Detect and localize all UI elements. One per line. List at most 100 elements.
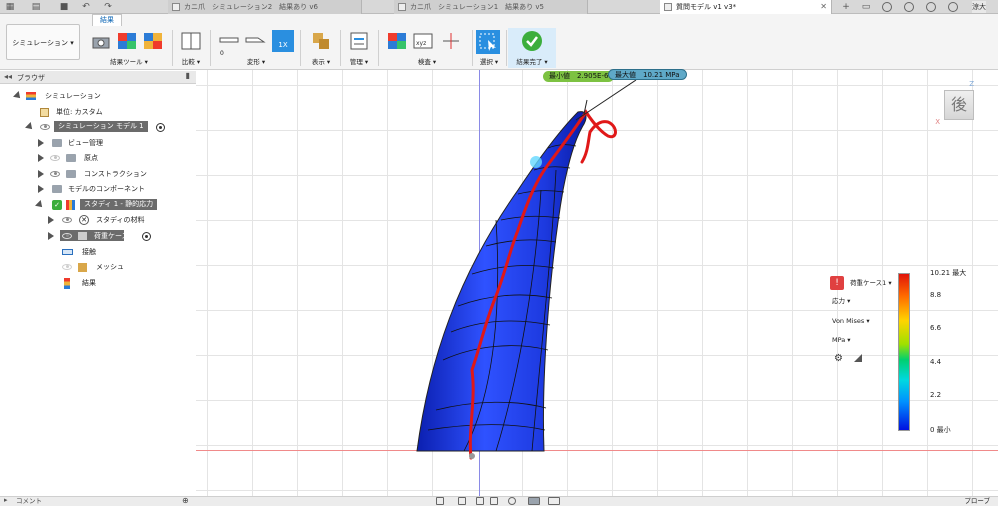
group-compare[interactable]: 比較 ▾ — [176, 28, 206, 68]
visibility-icon[interactable] — [62, 264, 72, 270]
component-dropdown[interactable]: Von Mises ▾ — [830, 315, 876, 327]
3d-viewport[interactable]: 最小値 2.905E-6 最大値 10.21 MPa 後 Z X ! 荷重ケース… — [196, 69, 998, 496]
workspace-switcher-button[interactable]: シミュレーション ▾ — [6, 24, 80, 60]
load-case-dropdown[interactable]: 荷重ケース1 ▾ — [848, 277, 892, 289]
gear-icon[interactable]: ⚙ — [834, 353, 843, 364]
display-settings-icon[interactable] — [528, 497, 540, 505]
tree-item-study[interactable]: ✓ スタディ 1 - 静的応力 — [35, 198, 196, 212]
coordinates-icon: xyz — [413, 33, 433, 49]
activate-radio[interactable] — [142, 232, 151, 241]
tree-item-results[interactable]: 結果 — [60, 276, 196, 290]
visibility-icon[interactable] — [50, 171, 60, 177]
tree-item-label: スタディの材料 — [96, 216, 145, 224]
chat-icon[interactable]: ▭ — [860, 1, 872, 13]
undo-icon[interactable]: ↶ — [80, 1, 92, 13]
expand-icon[interactable] — [13, 91, 23, 101]
results-icon — [64, 278, 70, 289]
tree-item-units[interactable]: 単位: カスタム — [12, 105, 192, 119]
collapse-icon[interactable]: ◂◂ — [4, 72, 12, 81]
material-icon: ✕ — [79, 215, 89, 225]
tree-item-contacts[interactable]: 接触 — [60, 245, 196, 259]
expand-icon[interactable] — [48, 232, 54, 240]
zoom-icon[interactable] — [490, 497, 498, 505]
group-label: 変形 ▾ — [246, 58, 266, 66]
tab-document-2[interactable]: カニ爪 シミュレーション1 結果あり v5 — [394, 0, 588, 14]
min-value-tag[interactable]: 最小値 2.905E-6 — [543, 71, 615, 82]
checkmark-icon — [522, 31, 542, 51]
tree-item-simulation[interactable]: シミュレーション — [12, 89, 192, 103]
redo-icon[interactable]: ↷ — [102, 1, 114, 13]
tab-results[interactable]: 結果 — [92, 14, 122, 26]
deform-1x-button[interactable]: 1X — [272, 30, 294, 52]
legend-value: 8.8 — [930, 291, 942, 299]
orbit-icon[interactable] — [436, 497, 444, 505]
expand-icon[interactable] — [38, 139, 44, 147]
close-icon[interactable]: ✕ — [820, 0, 827, 14]
expand-icon[interactable] — [38, 170, 44, 178]
tree-item-simulation-model[interactable]: シミュレーション モデル 1 — [20, 120, 196, 134]
group-inspect[interactable]: xyz 検査 ▾ — [382, 28, 472, 68]
save-icon[interactable]: ■ — [58, 1, 70, 13]
resize-icon[interactable] — [854, 354, 862, 362]
color-scale-bar — [898, 273, 910, 431]
expand-icon[interactable] — [38, 154, 44, 162]
tree-item-mesh[interactable]: メッシュ — [60, 260, 196, 274]
group-select[interactable]: 選択 ▾ — [474, 28, 504, 68]
group-result-tools[interactable]: 結果ツール ▾ — [88, 28, 170, 68]
tree-item-label: スタディ 1 - 静的応力 — [80, 199, 158, 210]
tree-item-load-case[interactable]: 荷重ケース1 — [46, 229, 196, 243]
select-button[interactable] — [476, 30, 500, 54]
tab-document-3[interactable]: 質問モデル v1 v3* ✕ — [660, 0, 832, 14]
tree-item-label: 荷重ケース1 — [94, 232, 134, 240]
extensions-icon[interactable] — [882, 2, 892, 12]
pan-icon[interactable] — [476, 497, 484, 505]
help-icon[interactable] — [948, 2, 958, 12]
tree-item-model-components[interactable]: モデルのコンポーネント — [36, 182, 196, 196]
file-icon[interactable]: ▤ — [30, 1, 42, 13]
legend-min-label: 0 最小 — [930, 426, 951, 434]
expand-icon[interactable] — [48, 216, 54, 224]
avatar[interactable]: 涼大 — [972, 1, 986, 13]
look-at-icon[interactable] — [458, 497, 466, 505]
result-type-dropdown[interactable]: 応力 ▾ — [830, 295, 870, 307]
fit-icon[interactable] — [508, 497, 516, 505]
grid-settings-icon[interactable] — [548, 497, 560, 505]
max-value-tag[interactable]: 最大値 10.21 MPa — [608, 69, 687, 80]
collapse-icon[interactable]: ▸ — [4, 496, 8, 504]
viewcube[interactable]: 後 — [944, 90, 974, 120]
tree-item-study-materials[interactable]: ✕ スタディの材料 — [46, 213, 196, 227]
mesh-icon — [78, 263, 87, 272]
expand-icon[interactable] — [35, 200, 45, 210]
bottom-bar: ▸ コメント ⊕ プローブ — [0, 496, 998, 506]
tree-item-construction[interactable]: コンストラクション — [36, 167, 196, 181]
visibility-icon[interactable] — [62, 217, 72, 223]
group-finish-results[interactable]: 結果完了 ▾ — [508, 28, 556, 68]
pin-icon[interactable]: ▮ — [186, 71, 190, 80]
notifications-icon[interactable] — [926, 2, 936, 12]
expand-icon[interactable] — [38, 185, 44, 193]
warning-icon[interactable]: ! — [830, 276, 844, 290]
group-deform[interactable]: 0 1X 変形 ▾ — [214, 28, 298, 68]
tree-item-view-management[interactable]: ビュー管理 — [36, 136, 196, 150]
divider — [210, 30, 211, 66]
tree-item-label: 原点 — [84, 154, 98, 162]
units-dropdown[interactable]: MPa ▾ — [830, 334, 860, 346]
expand-icon[interactable] — [25, 122, 35, 132]
visibility-icon[interactable] — [50, 155, 60, 161]
new-tab-icon[interactable]: + — [840, 1, 852, 13]
job-status-icon[interactable] — [904, 2, 914, 12]
visibility-icon[interactable] — [62, 233, 72, 239]
app-menu-icon[interactable]: ▦ — [4, 1, 16, 13]
add-comment-icon[interactable]: ⊕ — [182, 496, 189, 505]
visibility-icon[interactable] — [40, 124, 50, 130]
divider — [506, 30, 507, 66]
z-axis-label: Z — [969, 80, 974, 88]
tab-document-1[interactable]: カニ爪 シミュレーション2 結果あり v6 — [168, 0, 362, 14]
divider — [340, 30, 341, 66]
folder-icon — [52, 185, 62, 193]
group-display[interactable]: 表示 ▾ — [304, 28, 338, 68]
tree-item-origin[interactable]: 原点 — [36, 151, 196, 165]
group-manage[interactable]: 管理 ▾ — [344, 28, 374, 68]
deform-scale-icon — [245, 37, 266, 43]
activate-radio[interactable] — [156, 123, 165, 132]
